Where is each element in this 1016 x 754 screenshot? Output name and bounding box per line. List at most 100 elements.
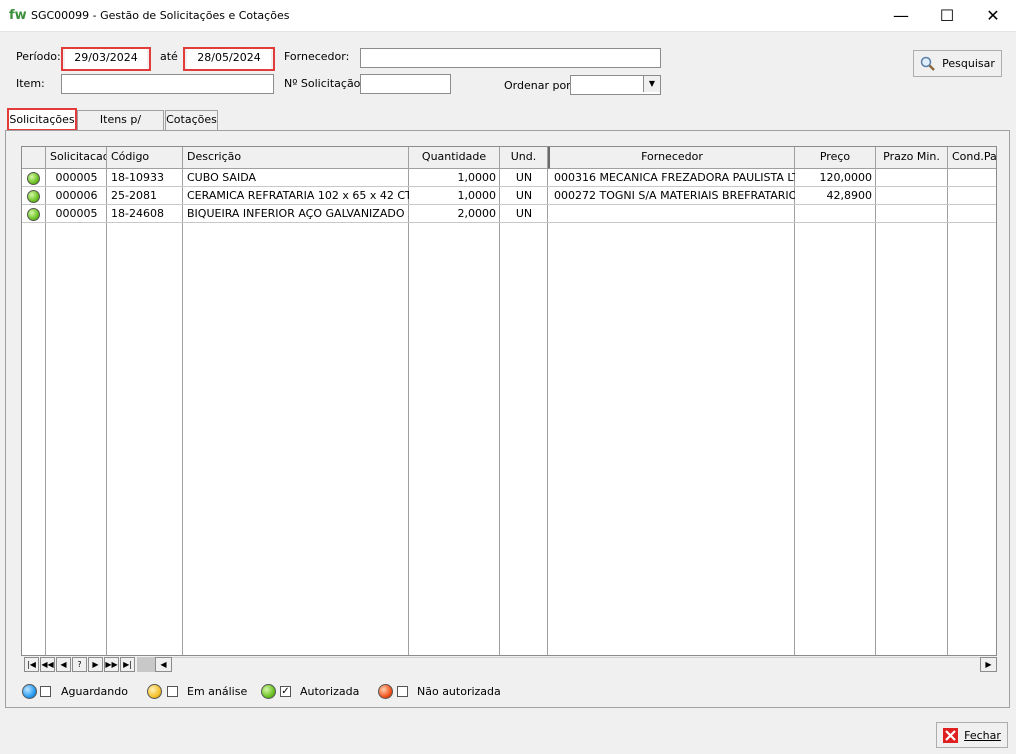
next-page-button[interactable]: ▶▶ [104,657,119,672]
table-cell-solicitacao: 000005 [55,207,98,220]
periodo-start-input[interactable]: 29/03/2024 [65,49,147,69]
last-record-button[interactable]: ▶| [120,657,135,672]
table-cell-quantidade: 1,0000 [457,171,497,184]
column-header-prazo[interactable]: Prazo Min. [876,147,948,169]
minimize-icon: — [893,6,909,25]
periodo-end-input[interactable]: 28/05/2024 [187,49,271,69]
previous-page-button[interactable]: ◀◀ [40,657,55,672]
scrollbar-thumb[interactable] [137,657,155,672]
fornecedor-input[interactable] [360,48,661,68]
ordenar-select[interactable]: ▼ [570,75,661,95]
minimize-button[interactable]: — [878,0,924,31]
nao-autorizada-checkbox[interactable] [397,686,408,697]
periodo-label: Período: [16,50,61,63]
aguardando-checkbox[interactable] [40,686,51,697]
nao-autorizada-label: Não autorizada [417,685,501,698]
tab-cotacoes[interactable]: Cotações [165,110,218,130]
aguardando-label: Aguardando [61,685,128,698]
em-analise-checkbox[interactable] [167,686,178,697]
pesquisar-label: Pesquisar [942,57,995,70]
table-cell-fornecedor [550,205,795,223]
column-header-status[interactable] [22,147,46,169]
table-cell-fornecedor: 000316 MECANICA FREZADORA PAULISTA LT [554,171,795,184]
column-header-preco[interactable]: Preço [795,147,876,169]
table-cell-cond [948,205,996,223]
table-cell-codigo: 25-2081 [111,189,157,202]
table-cell-descricao: CUBO SAIDA [187,171,256,184]
column-header-codigo[interactable]: Código [107,147,183,169]
check-icon: ✓ [281,686,290,697]
column-divider [794,169,795,655]
table-cell-und: UN [515,189,533,202]
previous-record-button[interactable]: ◀ [56,657,71,672]
table-cell-cond [948,187,996,205]
first-record-button[interactable]: |◀ [24,657,39,672]
tab-itens-cotacao[interactable]: Itens p/ Cotação [77,110,164,144]
column-header-und[interactable]: Und. [500,147,548,169]
pesquisar-button[interactable]: Pesquisar [913,50,1002,77]
table-cell-preco: 42,8900 [826,189,873,202]
maximize-icon: ☐ [939,6,955,25]
table-cell-solicitacao: 000006 [55,189,98,202]
scroll-left-button[interactable]: ◀ [155,657,172,672]
table-cell-preco [795,205,876,223]
column-header-solicitacao[interactable]: Solicitacao [46,147,107,169]
table-cell-cond [948,169,996,187]
periodo-end-highlight: 28/05/2024 [183,47,275,71]
status-indicator-authorized [27,172,40,185]
column-divider [499,169,500,655]
column-divider [45,169,46,655]
scroll-right-button[interactable]: ▶ [980,657,997,672]
next-record-button[interactable]: ▶ [88,657,103,672]
item-label: Item: [16,77,45,90]
column-divider [547,169,548,655]
close-red-icon [943,727,959,743]
fornecedor-label: Fornecedor: [284,50,350,63]
table-cell-prazo [876,187,948,205]
em-analise-label: Em análise [187,685,248,698]
ate-label: até [160,50,178,63]
table-cell-quantidade: 2,0000 [457,207,497,220]
table-cell-quantidade: 1,0000 [457,189,497,202]
status-dot-aguardando [22,684,37,699]
table-cell-codigo: 18-10933 [111,171,164,184]
status-legend: Aguardando Em análise ✓ Autorizada Não a… [22,683,522,699]
title-bar: fw SGC00099 - Gestão de Solicitações e C… [0,0,1016,32]
close-button[interactable]: ✕ [970,0,1016,31]
table-cell-solicitacao: 000005 [55,171,98,184]
column-divider [106,169,107,655]
grid-navigator: |◀ ◀◀ ◀ ? ▶ ▶▶ ▶| ◀ ▶ [21,656,997,674]
column-divider [947,169,948,655]
ordenar-label: Ordenar por: [504,79,575,92]
column-header-fornecedor[interactable]: Fornecedor [548,147,795,169]
column-header-descricao[interactable]: Descrição [183,147,409,169]
table-cell-codigo: 18-24608 [111,207,164,220]
status-dot-nao-autorizada [378,684,393,699]
horizontal-scrollbar-track[interactable] [172,657,980,672]
fechar-button[interactable]: Fechar [936,722,1008,748]
close-icon: ✕ [986,6,1000,25]
status-indicator-authorized [27,190,40,203]
column-header-cond[interactable]: Cond.Pa [948,147,996,169]
tab-solicitacoes-label: Solicitações [9,113,75,126]
table-cell-und: UN [515,207,533,220]
table-cell-prazo [876,169,948,187]
column-header-quantidade[interactable]: Quantidade [409,147,500,169]
table-cell-prazo [876,205,948,223]
query-button[interactable]: ? [72,657,87,672]
status-indicator-authorized [27,208,40,221]
maximize-button[interactable]: ☐ [924,0,970,31]
table-cell-preco: 120,0000 [819,171,873,184]
autorizada-checkbox[interactable]: ✓ [280,686,291,697]
tab-solicitacoes[interactable]: Solicitações [7,108,77,131]
scroll-left-icon: ◀ [160,660,167,669]
autorizada-label: Autorizada [300,685,360,698]
item-input[interactable] [61,74,274,94]
column-divider [875,169,876,655]
row-divider [22,222,996,223]
solicitacoes-grid[interactable]: Solicitacao Código Descrição Quantidade … [21,146,997,656]
periodo-start-highlight: 29/03/2024 [61,47,151,71]
nsolicitacao-input[interactable] [360,74,451,94]
nsolicitacao-label: Nº Solicitação [284,77,361,90]
app-logo: fw [9,8,27,23]
